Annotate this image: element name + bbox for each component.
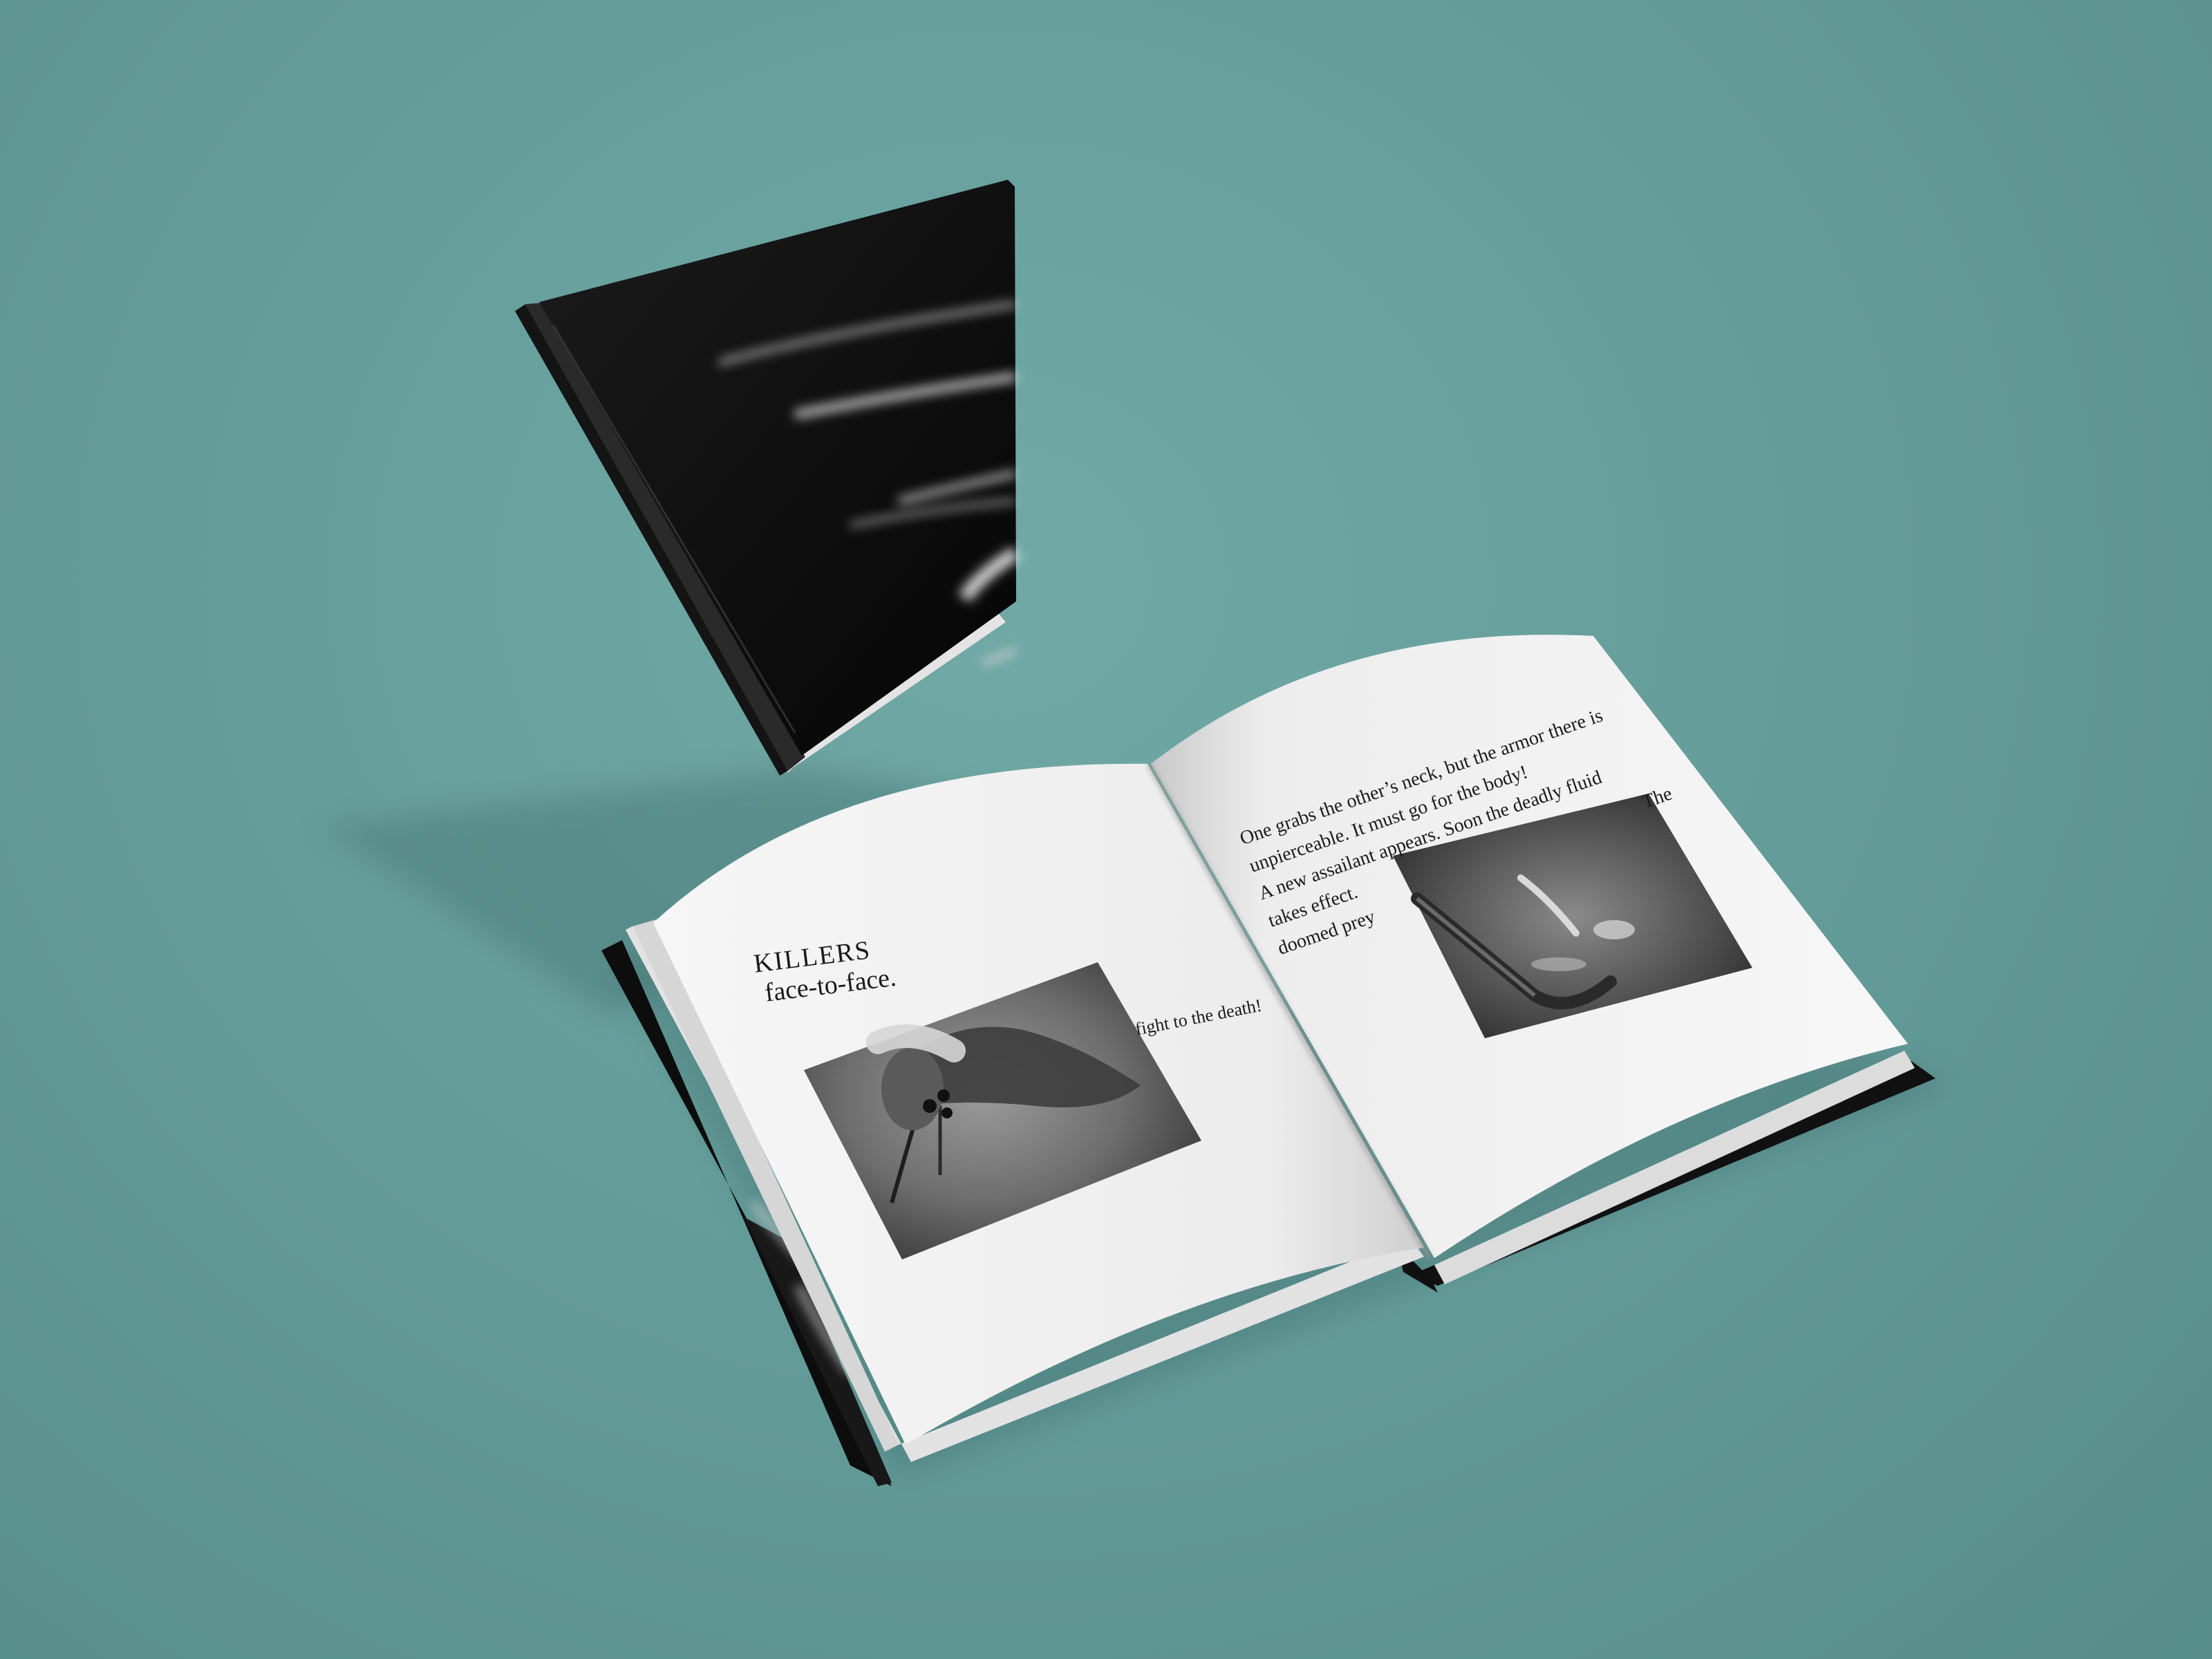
book-illustration [318,180,1956,1486]
open-book [601,635,1956,1486]
scene: KILLERS face-to-face. fight to the death… [0,0,2212,1659]
